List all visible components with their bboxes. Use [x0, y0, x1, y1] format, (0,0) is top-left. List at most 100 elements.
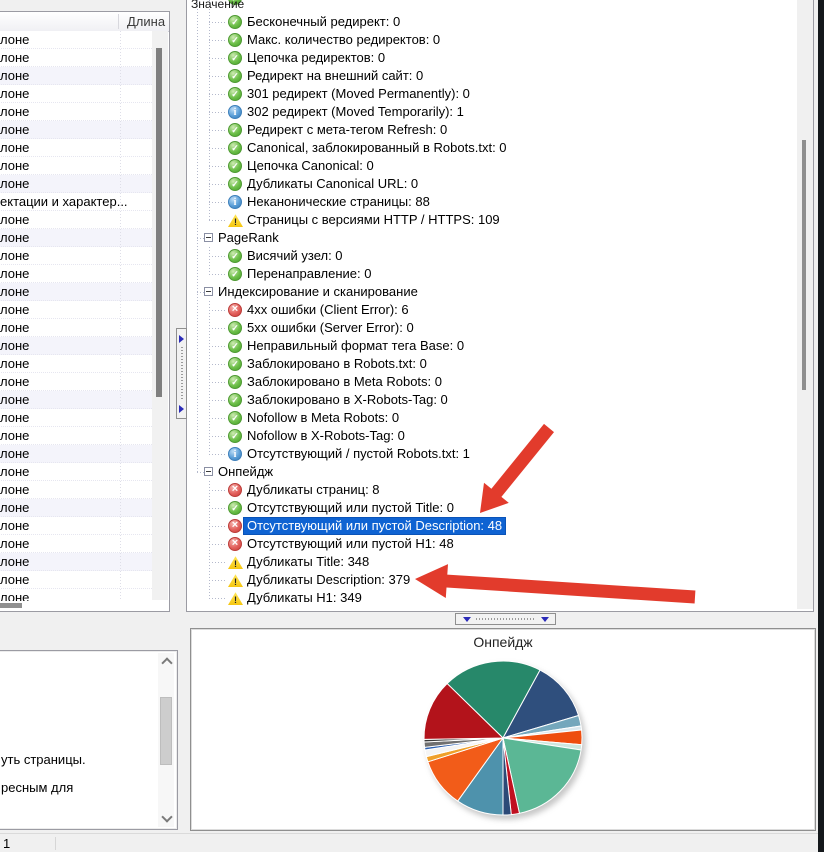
collapse-down-icon[interactable] — [541, 617, 549, 622]
table-row[interactable]: лоне — [0, 373, 152, 391]
scroll-up-icon[interactable] — [161, 657, 172, 668]
table-row[interactable]: лоне — [0, 139, 152, 157]
tree-item[interactable]: Заблокировано в Robots.txt: 0 — [190, 355, 794, 373]
tree-section[interactable]: Индексирование и сканирование — [190, 283, 794, 301]
tree-item[interactable]: Цепочка Canonical: 0 — [190, 157, 794, 175]
tree-item[interactable]: 301 редирект (Moved Permanently): 0 — [190, 85, 794, 103]
left-table-hscroll-thumb[interactable] — [0, 603, 22, 608]
tree-item-label: Заблокировано в X-Robots-Tag: 0 — [247, 392, 448, 408]
tree-item[interactable]: Отсутствующий / пустой Robots.txt: 1 — [190, 445, 794, 463]
table-row[interactable]: лоне — [0, 589, 152, 601]
tree-item[interactable]: Заблокировано в X-Robots-Tag: 0 — [190, 391, 794, 409]
table-row[interactable]: лоне — [0, 535, 152, 553]
table-row[interactable]: лоне — [0, 157, 152, 175]
tree-item[interactable]: Nofollow в X-Robots-Tag: 0 — [190, 427, 794, 445]
tree-item[interactable]: Отсутствующий или пустой H1: 48 — [190, 535, 794, 553]
scroll-down-icon[interactable] — [161, 811, 172, 822]
table-row[interactable]: лоне — [0, 265, 152, 283]
tree-item[interactable]: Отсутствующий или пустой Title: 0 — [190, 499, 794, 517]
table-row[interactable]: лоне — [0, 247, 152, 265]
tree-item[interactable]: Редирект на внешний сайт: 0 — [190, 67, 794, 85]
tree-item[interactable]: Цепочка редиректов: 0 — [190, 49, 794, 67]
tree-item[interactable]: Неканонические страницы: 88 — [190, 193, 794, 211]
tree-connector — [209, 256, 227, 257]
tree-section[interactable]: PageRank — [190, 229, 794, 247]
tree-item[interactable]: 5xx ошибки (Server Error): 0 — [190, 319, 794, 337]
tree-item[interactable]: Дубликаты Canonical URL: 0 — [190, 175, 794, 193]
tree-item[interactable]: Страницы с версиями HTTP / HTTPS: 109 — [190, 211, 794, 229]
tree-vscroll-thumb[interactable] — [802, 140, 806, 390]
tree-section-label: Онпейдж — [218, 464, 273, 480]
table-row[interactable]: лоне — [0, 121, 152, 139]
table-row[interactable]: лоне — [0, 481, 152, 499]
tree-item[interactable]: Дубликаты Title: 348 — [190, 553, 794, 571]
tree-item[interactable]: Заблокировано в Meta Robots: 0 — [190, 373, 794, 391]
horizontal-splitter-handle[interactable] — [455, 613, 556, 625]
table-row[interactable]: лоне — [0, 175, 152, 193]
table-row[interactable]: лоне — [0, 391, 152, 409]
tree-item[interactable]: Бесконечный редирект: 0 — [190, 13, 794, 31]
tree-item[interactable]: Дубликаты H1: 349 — [190, 589, 794, 607]
tree-item[interactable]: Висячий узел: 0 — [190, 247, 794, 265]
table-row[interactable]: лоне — [0, 445, 152, 463]
tree-connector — [209, 526, 227, 527]
table-row[interactable]: лоне — [0, 427, 152, 445]
help-vscroll-thumb[interactable] — [160, 697, 172, 765]
tree-item[interactable]: Дубликаты Description: 379 — [190, 571, 794, 589]
status-separator — [55, 837, 56, 850]
table-row[interactable]: лоне — [0, 499, 152, 517]
left-table-vscroll-thumb[interactable] — [156, 48, 162, 397]
tree-item[interactable]: Перенаправление: 0 — [190, 265, 794, 283]
tree-item-label: Макс. количество редиректов: 0 — [247, 32, 440, 48]
collapse-right-icon[interactable] — [179, 405, 184, 413]
tree-item[interactable]: Редирект с мета-тегом Refresh: 0 — [190, 121, 794, 139]
tree-item[interactable]: Дубликаты страниц: 8 — [190, 481, 794, 499]
table-row[interactable]: ектации и характер... — [0, 193, 152, 211]
vertical-splitter-handle[interactable] — [176, 328, 187, 419]
table-row[interactable]: лоне — [0, 355, 152, 373]
table-row[interactable]: лоне — [0, 49, 152, 67]
table-row[interactable]: лоне — [0, 31, 152, 49]
tree-item[interactable]: Canonical, заблокированный в Robots.txt:… — [190, 139, 794, 157]
collapse-down-icon[interactable] — [463, 617, 471, 622]
table-row[interactable]: лоне — [0, 283, 152, 301]
table-row[interactable]: лоне — [0, 409, 152, 427]
tree-connector — [209, 274, 227, 275]
collapse-minus-icon[interactable] — [204, 467, 213, 476]
table-row[interactable]: лоне — [0, 229, 152, 247]
tree-item[interactable]: 4xx ошибки (Client Error): 6 — [190, 301, 794, 319]
check-icon — [228, 501, 242, 515]
table-row[interactable]: лоне — [0, 103, 152, 121]
tree-item[interactable]: Неправильный формат тега Base: 0 — [190, 337, 794, 355]
table-cell-text: лоне — [0, 536, 29, 551]
collapse-minus-icon[interactable] — [204, 287, 213, 296]
table-row[interactable]: лоне — [0, 301, 152, 319]
collapse-minus-icon[interactable] — [204, 233, 213, 242]
table-row[interactable]: лоне — [0, 337, 152, 355]
tree-vscrollbar[interactable] — [797, 0, 813, 609]
table-row[interactable]: лоне — [0, 553, 152, 571]
table-row[interactable]: лоне — [0, 67, 152, 85]
column-header-length-description[interactable]: Длина D — [127, 14, 169, 29]
tree-item[interactable]: 302 редирект (Moved Temporarily): 1 — [190, 103, 794, 121]
left-table-vscrollbar[interactable] — [152, 31, 168, 600]
tree-section[interactable]: Онпейдж — [190, 463, 794, 481]
tree-item[interactable]: Макс. количество редиректов: 0 — [190, 31, 794, 49]
status-bar: 1 — [0, 833, 824, 852]
tree-connector — [209, 328, 227, 329]
table-row[interactable]: лоне — [0, 211, 152, 229]
tree-item-label: Canonical, заблокированный в Robots.txt:… — [247, 140, 507, 156]
table-cell-text: лоне — [0, 554, 29, 569]
table-row[interactable]: лоне — [0, 571, 152, 589]
table-row[interactable]: лоне — [0, 463, 152, 481]
collapse-right-icon[interactable] — [179, 335, 184, 343]
table-row[interactable]: лоне — [0, 85, 152, 103]
help-text-line: ресным для — [1, 780, 73, 795]
table-row[interactable]: лоне — [0, 517, 152, 535]
tree-item-label: Дубликаты H1: 349 — [247, 590, 362, 606]
table-cell-text: лоне — [0, 140, 29, 155]
tree-item[interactable]: Nofollow в Meta Robots: 0 — [190, 409, 794, 427]
tree-item[interactable]: Отсутствующий или пустой Description: 48 — [190, 517, 794, 535]
table-row[interactable]: лоне — [0, 319, 152, 337]
tree-section-label: Индексирование и сканирование — [218, 284, 418, 300]
